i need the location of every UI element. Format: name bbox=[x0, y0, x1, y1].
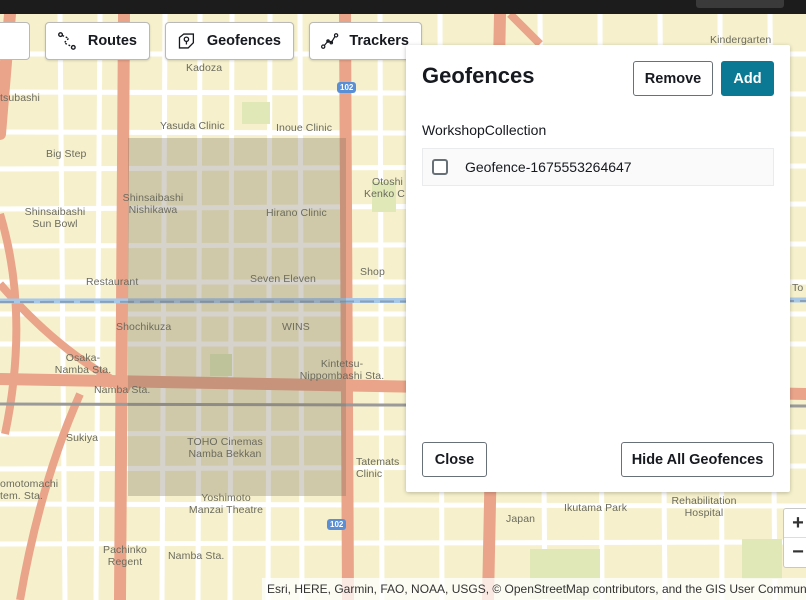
top-bar-chip bbox=[696, 0, 784, 8]
map-label: Sukiya bbox=[66, 432, 99, 444]
geofences-panel: Geofences Remove Add WorkshopCollection … bbox=[406, 45, 790, 492]
map-label: TOHO Cinemas Namba Bekkan bbox=[187, 436, 263, 460]
remove-button[interactable]: Remove bbox=[633, 61, 713, 96]
map-label: Yoshimoto Manzai Theatre bbox=[188, 492, 264, 516]
trackers-label: Trackers bbox=[349, 33, 409, 49]
map-label: Pachinko Regent bbox=[103, 544, 147, 568]
map-label: Kintetsu-Nippombashi Sta. bbox=[299, 358, 385, 382]
zoom-controls: + − bbox=[783, 508, 806, 568]
map-label: Otoshi bbox=[372, 176, 403, 188]
zoom-out-button[interactable]: − bbox=[784, 538, 806, 567]
map-label: Shop bbox=[360, 266, 385, 278]
map-label: Shinsaibashi Sun Bowl bbox=[24, 206, 86, 230]
geofences-label: Geofences bbox=[206, 33, 281, 49]
map-label: Kadoza bbox=[186, 62, 223, 74]
geofences-button[interactable]: Geofences bbox=[165, 22, 294, 60]
routes-label: Routes bbox=[87, 33, 137, 49]
map-label: Namba Sta. bbox=[168, 550, 225, 562]
tracker-icon bbox=[321, 33, 339, 49]
browser-top-bar bbox=[0, 0, 806, 14]
map-label: tem. Sta. bbox=[0, 490, 43, 502]
geofence-item-label: Geofence-1675553264647 bbox=[465, 159, 632, 175]
map-label: Yasuda Clinic bbox=[160, 120, 225, 132]
hide-all-geofences-button[interactable]: Hide All Geofences bbox=[621, 442, 774, 477]
map-label: Hirano Clinic bbox=[266, 207, 327, 219]
geofence-icon bbox=[178, 33, 195, 49]
left-panel-stub[interactable] bbox=[0, 22, 30, 60]
map-label: Shinsaibashi Nishikawa bbox=[122, 192, 184, 216]
geofence-list-item[interactable]: Geofence-1675553264647 bbox=[422, 148, 774, 186]
highway-shield: 102 bbox=[327, 519, 347, 530]
map-label: Rehabilitation Hospital bbox=[671, 495, 737, 519]
map-label: Seven Eleven bbox=[250, 273, 316, 285]
map-label: Osaka-Namba Sta. bbox=[54, 352, 112, 376]
zoom-in-button[interactable]: + bbox=[784, 509, 806, 538]
highway-shield: 102 bbox=[337, 82, 357, 93]
map-label: To bbox=[792, 282, 804, 294]
map-label: Tatemats Clinic bbox=[356, 456, 400, 480]
map-label: Ikutama Park bbox=[564, 502, 628, 514]
map-label: Inoue Clinic bbox=[276, 122, 333, 134]
map-attribution: Esri, HERE, Garmin, FAO, NOAA, USGS, © O… bbox=[262, 578, 806, 600]
collection-label: WorkshopCollection bbox=[422, 122, 547, 138]
map-label: Big Step bbox=[46, 148, 87, 160]
map-label: tsubashi bbox=[0, 92, 40, 104]
panel-title: Geofences bbox=[422, 63, 535, 88]
map-label: WINS bbox=[282, 321, 310, 333]
map-label: Kenko C bbox=[364, 188, 405, 200]
map-label: Japan bbox=[506, 513, 536, 525]
map-label: omotomachi bbox=[0, 478, 59, 490]
close-button[interactable]: Close bbox=[422, 442, 487, 477]
map-label: Restaurant bbox=[86, 276, 139, 288]
geofence-checkbox[interactable] bbox=[432, 159, 448, 175]
map-label: Namba Sta. bbox=[94, 384, 151, 396]
route-icon bbox=[58, 32, 76, 50]
add-button[interactable]: Add bbox=[721, 61, 774, 96]
map-label: Shochikuza bbox=[116, 321, 172, 333]
routes-button[interactable]: Routes bbox=[45, 22, 150, 60]
